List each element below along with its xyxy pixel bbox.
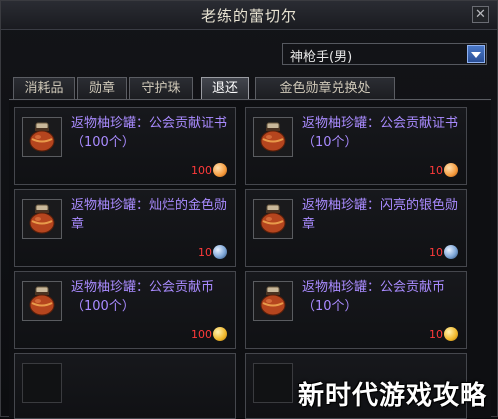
- jar-icon: [29, 204, 55, 234]
- item-slot[interactable]: [22, 199, 62, 239]
- item-card[interactable]: 返物柚珍罐：闪亮的银色勋章 10: [245, 189, 467, 267]
- class-selector-dropdown[interactable]: 神枪手(男): [282, 43, 487, 65]
- tab-refund[interactable]: 退还: [201, 77, 249, 99]
- chevron-down-icon[interactable]: [467, 45, 485, 63]
- empty-item-card[interactable]: [14, 353, 236, 419]
- item-name: 返物柚珍罐：公会贡献币（10个）: [302, 280, 446, 314]
- price-value: 10: [198, 245, 212, 259]
- window-title: 老练的蕾切尔: [200, 7, 297, 25]
- gold-coin-icon: [444, 327, 458, 341]
- close-icon[interactable]: ✕: [472, 6, 489, 23]
- item-name: 返物柚珍罐：闪亮的银色勋章: [302, 198, 459, 232]
- item-price: 10: [429, 162, 458, 178]
- price-value: 10: [429, 327, 443, 341]
- empty-item-slot[interactable]: [22, 363, 62, 403]
- jar-icon: [260, 204, 286, 234]
- price-value: 10: [429, 245, 443, 259]
- item-name: 返物柚珍罐：公会贡献币（100个）: [71, 280, 215, 314]
- shop-window: 老练的蕾切尔 ✕ 神枪手(男) 消耗品 勋章 守护珠 退还 金色勋章兑换处 返物…: [0, 0, 498, 419]
- tab-medals[interactable]: 勋章: [77, 77, 127, 99]
- medal-coin-icon: [444, 245, 458, 259]
- item-slot[interactable]: [22, 281, 62, 321]
- empty-item-slot[interactable]: [253, 363, 293, 403]
- certificate-coin-icon: [444, 163, 458, 177]
- item-price: 10: [198, 244, 227, 260]
- price-value: 100: [191, 163, 212, 177]
- jar-icon: [29, 286, 55, 316]
- watermark-text: 新时代游戏攻略: [297, 381, 487, 411]
- jar-icon: [260, 286, 286, 316]
- item-slot[interactable]: [253, 117, 293, 157]
- item-card[interactable]: 返物柚珍罐：公会贡献证书（100个） 100: [14, 107, 236, 185]
- item-name: 返物柚珍罐：灿烂的金色勋章: [71, 198, 228, 232]
- item-list-panel: 返物柚珍罐：公会贡献证书（100个） 100 返物柚珍罐：公会贡献证书（10个）…: [9, 101, 491, 419]
- title-bar[interactable]: 老练的蕾切尔 ✕: [1, 1, 497, 30]
- item-price: 10: [429, 244, 458, 260]
- item-card[interactable]: 返物柚珍罐：公会贡献币（10个） 10: [245, 271, 467, 349]
- price-value: 100: [191, 327, 212, 341]
- item-card[interactable]: 返物柚珍罐：公会贡献证书（10个） 10: [245, 107, 467, 185]
- item-price: 10: [429, 326, 458, 342]
- item-slot[interactable]: [253, 199, 293, 239]
- tab-guardian-beads[interactable]: 守护珠: [129, 77, 193, 99]
- item-name: 返物柚珍罐：公会贡献证书（100个）: [71, 116, 228, 150]
- certificate-coin-icon: [213, 163, 227, 177]
- item-card[interactable]: 返物柚珍罐：灿烂的金色勋章 10: [14, 189, 236, 267]
- gold-coin-icon: [213, 327, 227, 341]
- tab-divider: [9, 99, 491, 100]
- tab-gold-medal-exchange[interactable]: 金色勋章兑换处: [255, 77, 395, 99]
- item-price: 100: [191, 326, 227, 342]
- jar-icon: [260, 122, 286, 152]
- tab-consumables[interactable]: 消耗品: [13, 77, 75, 99]
- item-name: 返物柚珍罐：公会贡献证书（10个）: [302, 116, 459, 150]
- item-slot[interactable]: [22, 117, 62, 157]
- price-value: 10: [429, 163, 443, 177]
- class-selector-value: 神枪手(男): [290, 50, 353, 65]
- item-slot[interactable]: [253, 281, 293, 321]
- medal-coin-icon: [213, 245, 227, 259]
- jar-icon: [29, 122, 55, 152]
- item-price: 100: [191, 162, 227, 178]
- item-card[interactable]: 返物柚珍罐：公会贡献币（100个） 100: [14, 271, 236, 349]
